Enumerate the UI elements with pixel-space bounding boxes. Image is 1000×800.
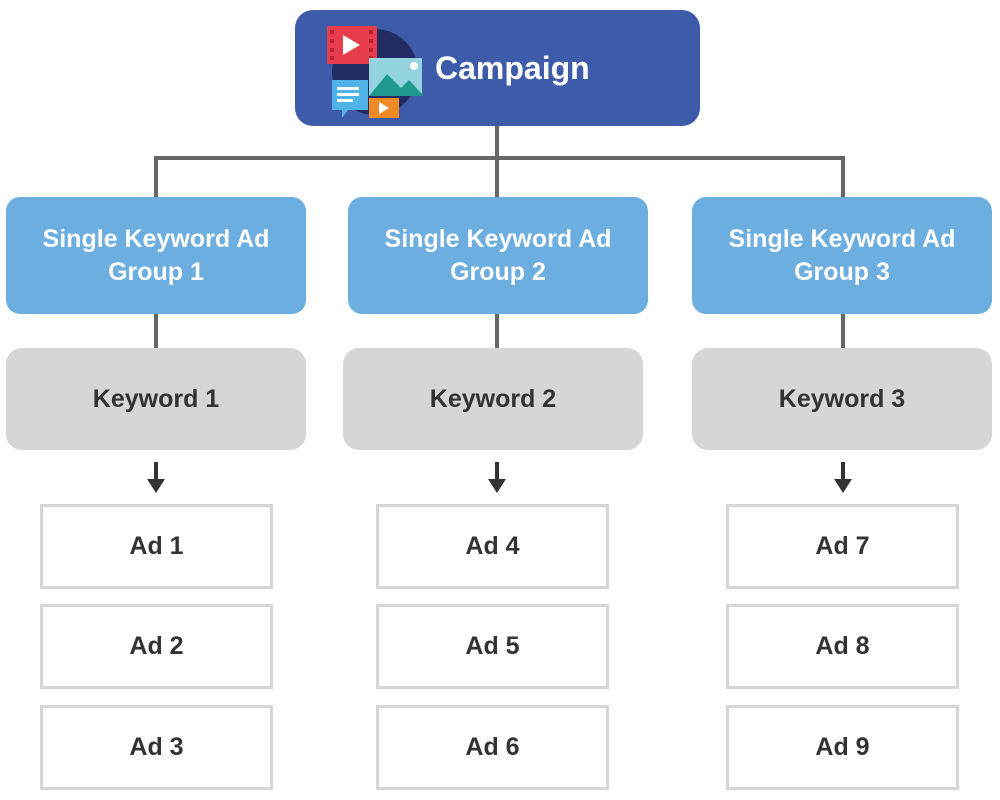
campaign-label: Campaign	[435, 50, 590, 86]
keyword-node: Keyword 2	[343, 348, 643, 450]
ad-label: Ad 5	[465, 632, 520, 660]
arrow-down-icon	[834, 462, 852, 493]
keyword-label: Keyword 2	[429, 384, 557, 413]
ad-group-node: Single Keyword Ad Group 2	[348, 197, 648, 314]
media-campaign-icon	[327, 26, 422, 118]
ad-group-label: Single Keyword Ad Group 1	[42, 224, 270, 286]
ad-label: Ad 9	[815, 733, 870, 761]
connector-keyword-3	[841, 314, 845, 348]
keyword-node: Keyword 1	[6, 348, 306, 450]
ad-group-node: Single Keyword Ad Group 3	[692, 197, 992, 314]
ad-node: Ad 4	[376, 504, 609, 589]
connector-horizontal	[154, 156, 845, 160]
ad-node: Ad 9	[726, 705, 959, 790]
ad-label: Ad 3	[129, 733, 184, 761]
ad-label: Ad 7	[815, 532, 870, 560]
keyword-label: Keyword 3	[778, 384, 906, 413]
ad-node: Ad 3	[40, 705, 273, 790]
connector-keyword-1	[154, 314, 158, 348]
ad-node: Ad 8	[726, 604, 959, 689]
ad-label: Ad 4	[465, 532, 520, 560]
connector-group-2	[495, 156, 499, 197]
campaign-node: Campaign	[295, 10, 700, 126]
ad-node: Ad 5	[376, 604, 609, 689]
keyword-node: Keyword 3	[692, 348, 992, 450]
ad-node: Ad 1	[40, 504, 273, 589]
ad-node: Ad 6	[376, 705, 609, 790]
ad-label: Ad 1	[129, 532, 184, 560]
connector-group-1	[154, 156, 158, 197]
ad-label: Ad 8	[815, 632, 870, 660]
arrow-down-icon	[488, 462, 506, 493]
connector-group-3	[841, 156, 845, 197]
ad-node: Ad 7	[726, 504, 959, 589]
keyword-label: Keyword 1	[92, 384, 220, 413]
ad-label: Ad 2	[129, 632, 184, 660]
connector-keyword-2	[495, 314, 499, 348]
ad-group-label: Single Keyword Ad Group 3	[728, 224, 956, 286]
connector-campaign-trunk	[495, 126, 499, 160]
ad-label: Ad 6	[465, 733, 520, 761]
ad-group-node: Single Keyword Ad Group 1	[6, 197, 306, 314]
ad-node: Ad 2	[40, 604, 273, 689]
arrow-down-icon	[147, 462, 165, 493]
ad-group-label: Single Keyword Ad Group 2	[384, 224, 612, 286]
